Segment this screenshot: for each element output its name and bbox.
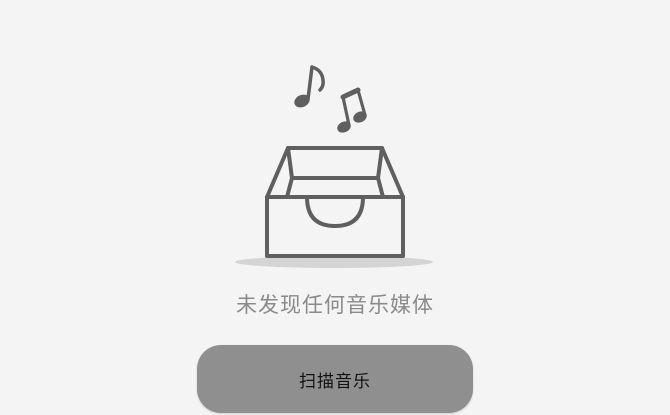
scan-music-label: 扫描音乐 [299,371,371,391]
beamed-notes-icon [337,87,367,133]
empty-music-tray-icon [235,65,433,268]
empty-library-screen: 未发现任何音乐媒体 扫描音乐 [0,0,670,415]
scan-music-button[interactable]: 扫描音乐 [197,345,473,413]
music-note-icon [294,65,325,108]
empty-state-message: 未发现任何音乐媒体 [236,293,434,317]
tray-icon [265,146,405,258]
